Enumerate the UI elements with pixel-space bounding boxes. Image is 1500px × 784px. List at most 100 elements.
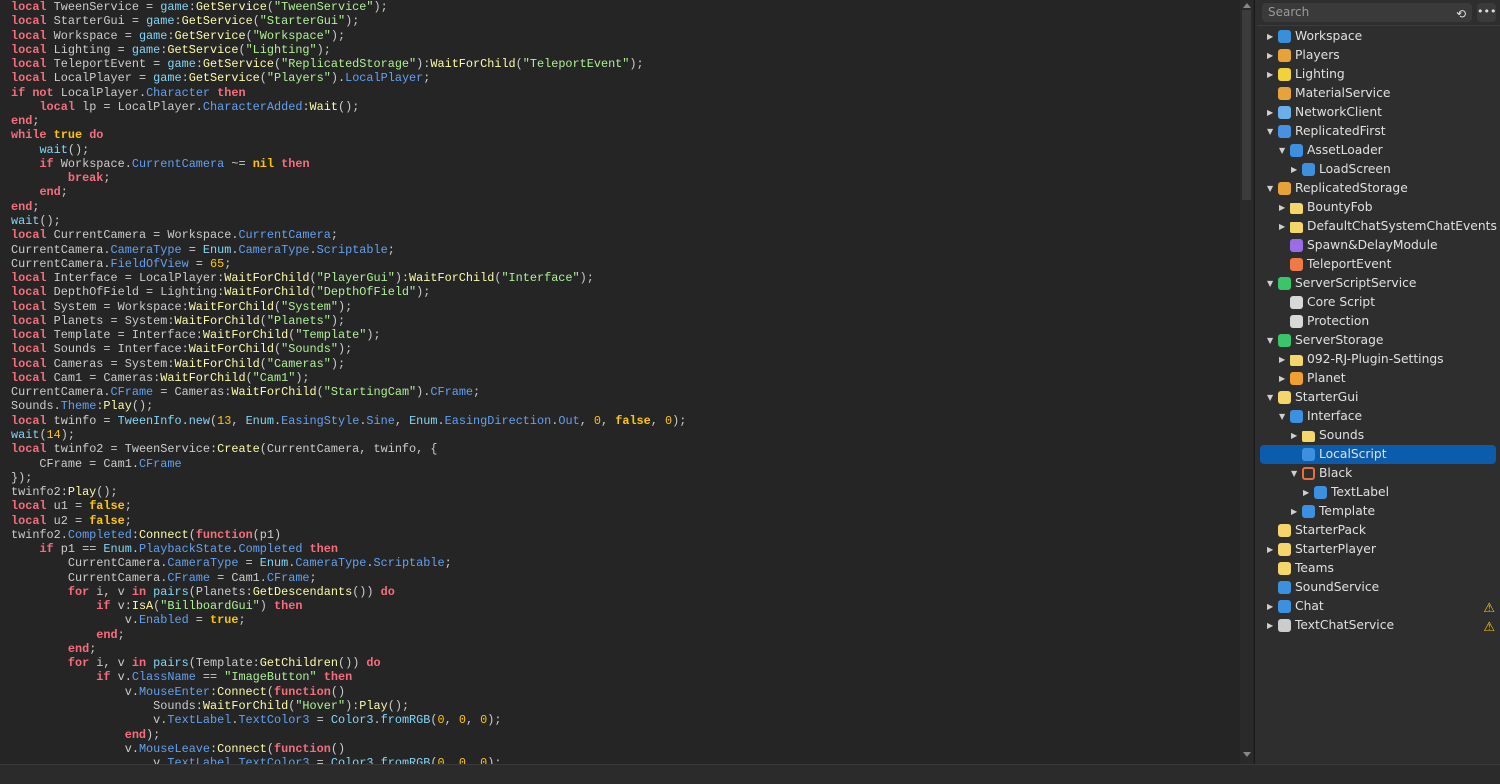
code-line[interactable]: v.MouseEnter:Connect(function()	[11, 685, 686, 699]
explorer-item[interactable]: SoundService	[1257, 578, 1500, 597]
explorer-item[interactable]: Core Script	[1257, 293, 1500, 312]
explorer-item[interactable]: ▼ Interface	[1257, 407, 1500, 426]
code-line[interactable]: twinfo2:Play();	[11, 485, 686, 499]
chevron-right-icon[interactable]: ▶	[1267, 616, 1275, 635]
chevron-down-icon[interactable]: ▼	[1267, 122, 1275, 141]
code-line[interactable]: local Template = Interface:WaitForChild(…	[11, 328, 686, 342]
explorer-item[interactable]: ▼ ReplicatedStorage	[1257, 179, 1500, 198]
chevron-down-icon[interactable]: ▼	[1267, 274, 1275, 293]
scrollbar-thumb[interactable]	[1242, 10, 1251, 200]
code-line[interactable]: local Interface = LocalPlayer:WaitForChi…	[11, 271, 686, 285]
code-line[interactable]: local Cameras = System:WaitForChild("Cam…	[11, 357, 686, 371]
chevron-down-icon[interactable]: ▼	[1279, 407, 1287, 426]
code-line[interactable]: CurrentCamera.FieldOfView = 65;	[11, 257, 686, 271]
code-line[interactable]: local u2 = false;	[11, 514, 686, 528]
code-line[interactable]: local Lighting = game:GetService("Lighti…	[11, 43, 686, 57]
explorer-item[interactable]: ▶ Lighting	[1257, 65, 1500, 84]
code-line[interactable]: local lp = LocalPlayer.CharacterAdded:Wa…	[11, 100, 686, 114]
chevron-right-icon[interactable]: ▶	[1267, 103, 1275, 122]
explorer-item[interactable]: ▼ AssetLoader	[1257, 141, 1500, 160]
explorer-item[interactable]: ▶ TextLabel	[1257, 483, 1500, 502]
explorer-item[interactable]: ▶ Sounds	[1257, 426, 1500, 445]
code-line[interactable]: local CurrentCamera = Workspace.CurrentC…	[11, 228, 686, 242]
code-line[interactable]: CurrentCamera.CameraType = Enum.CameraTy…	[11, 243, 686, 257]
code-line[interactable]: if not LocalPlayer.Character then	[11, 86, 686, 100]
chevron-down-icon[interactable]: ▼	[1267, 331, 1275, 350]
chevron-right-icon[interactable]: ▶	[1279, 369, 1287, 388]
explorer-item[interactable]: ▶ NetworkClient	[1257, 103, 1500, 122]
code-line[interactable]: CurrentCamera.CFrame = Cam1.CFrame;	[11, 571, 686, 585]
code-line[interactable]: end;	[11, 200, 686, 214]
chevron-down-icon[interactable]: ▼	[1267, 179, 1275, 198]
explorer-item[interactable]: MaterialService	[1257, 84, 1500, 103]
explorer-search-input[interactable]: Search ⟲	[1262, 3, 1472, 22]
explorer-item[interactable]: ▶ Planet	[1257, 369, 1500, 388]
code-line[interactable]: end;	[11, 185, 686, 199]
code-line[interactable]: local Cam1 = Cameras:WaitForChild("Cam1"…	[11, 371, 686, 385]
explorer-item[interactable]: ▶ StarterPlayer	[1257, 540, 1500, 559]
explorer-item[interactable]: ▼ ReplicatedFirst	[1257, 122, 1500, 141]
code-line[interactable]: v.TextLabel.TextColor3 = Color3.fromRGB(…	[11, 713, 686, 727]
code-line[interactable]: CurrentCamera.CFrame = Cameras:WaitForCh…	[11, 385, 686, 399]
chevron-right-icon[interactable]: ▶	[1291, 426, 1299, 445]
explorer-item[interactable]: ▶ Workspace	[1257, 27, 1500, 46]
explorer-item[interactable]: ▶ TextChatService ⚠	[1257, 616, 1500, 635]
code-line[interactable]: v.MouseLeave:Connect(function()	[11, 742, 686, 756]
code-line[interactable]: end;	[11, 642, 686, 656]
explorer-item[interactable]: TeleportEvent	[1257, 255, 1500, 274]
chevron-right-icon[interactable]: ▶	[1267, 27, 1275, 46]
scroll-up-icon[interactable]	[1243, 3, 1251, 8]
history-icon[interactable]: ⟲	[1456, 5, 1466, 24]
code-line[interactable]: local System = Workspace:WaitForChild("S…	[11, 300, 686, 314]
code-line[interactable]: for i, v in pairs(Template:GetChildren()…	[11, 656, 686, 670]
explorer-item[interactable]: ▶ DefaultChatSystemChatEvents	[1257, 217, 1500, 236]
chevron-down-icon[interactable]: ▼	[1267, 388, 1275, 407]
code-line[interactable]: wait();	[11, 143, 686, 157]
explorer-item[interactable]: ▶ BountyFob	[1257, 198, 1500, 217]
code-line[interactable]: CurrentCamera.CameraType = Enum.CameraTy…	[11, 556, 686, 570]
script-editor[interactable]: local TweenService = game:GetService("Tw…	[0, 0, 1255, 764]
explorer-item[interactable]: ▼ ServerStorage	[1257, 331, 1500, 350]
code-line[interactable]: local Planets = System:WaitForChild("Pla…	[11, 314, 686, 328]
explorer-item[interactable]: ▶ 092-RJ-Plugin-Settings	[1257, 350, 1500, 369]
chevron-right-icon[interactable]: ▶	[1279, 350, 1287, 369]
code-line[interactable]: local TeleportEvent = game:GetService ("R…	[11, 57, 686, 71]
code-line[interactable]: twinfo2.Completed:Connect(function(p1)	[11, 528, 686, 542]
warning-icon[interactable]: ⚠	[1483, 618, 1495, 637]
explorer-item[interactable]: Protection	[1257, 312, 1500, 331]
code-line[interactable]: break;	[11, 171, 686, 185]
code-line[interactable]: local StarterGui = game:GetService("Star…	[11, 14, 686, 28]
explorer-item[interactable]: Teams	[1257, 559, 1500, 578]
code-line[interactable]: while true do	[11, 128, 686, 142]
code-line[interactable]: if p1 == Enum.PlaybackState.Completed th…	[11, 542, 686, 556]
chevron-down-icon[interactable]: ▼	[1279, 141, 1287, 160]
code-line[interactable]: CFrame = Cam1.CFrame	[11, 457, 686, 471]
code-line[interactable]: local twinfo = TweenInfo.new(13, Enum.Ea…	[11, 414, 686, 428]
code-area[interactable]: local TweenService = game:GetService("Tw…	[11, 0, 686, 764]
code-line[interactable]: local twinfo2 = TweenService:Create(Curr…	[11, 442, 686, 456]
code-line[interactable]: });	[11, 471, 686, 485]
explorer-item[interactable]: StarterPack	[1257, 521, 1500, 540]
chevron-right-icon[interactable]: ▶	[1267, 540, 1275, 559]
explorer-item[interactable]: ▶ Chat ⚠	[1257, 597, 1500, 616]
code-line[interactable]: Sounds:WaitForChild("Hover"):Play();	[11, 699, 686, 713]
explorer-item[interactable]: ▼ ServerScriptService	[1257, 274, 1500, 293]
explorer-item[interactable]: ▶ Template	[1257, 502, 1500, 521]
code-line[interactable]: local TweenService = game:GetService("Tw…	[11, 0, 686, 14]
code-line[interactable]: end;	[11, 114, 686, 128]
scroll-down-icon[interactable]	[1243, 752, 1251, 757]
explorer-item[interactable]: LocalScript	[1260, 445, 1496, 464]
code-line[interactable]: end);	[11, 728, 686, 742]
vertical-scrollbar[interactable]	[1240, 0, 1253, 764]
chevron-right-icon[interactable]: ▶	[1267, 597, 1275, 616]
code-line[interactable]: local DepthOfField = Lighting:WaitForChi…	[11, 285, 686, 299]
code-line[interactable]: end;	[11, 628, 686, 642]
code-line[interactable]: local LocalPlayer = game:GetService("Pla…	[11, 71, 686, 85]
chevron-right-icon[interactable]: ▶	[1267, 65, 1275, 84]
code-line[interactable]: if Workspace.CurrentCamera ~= nil then	[11, 157, 686, 171]
chevron-right-icon[interactable]: ▶	[1291, 160, 1299, 179]
code-line[interactable]: if v.ClassName == "ImageButton" then	[11, 670, 686, 684]
code-line[interactable]: local Workspace = game:GetService("Works…	[11, 29, 686, 43]
code-line[interactable]: wait();	[11, 214, 686, 228]
code-line[interactable]: v.TextLabel.TextColor3 = Color3.fromRGB(…	[11, 756, 686, 764]
